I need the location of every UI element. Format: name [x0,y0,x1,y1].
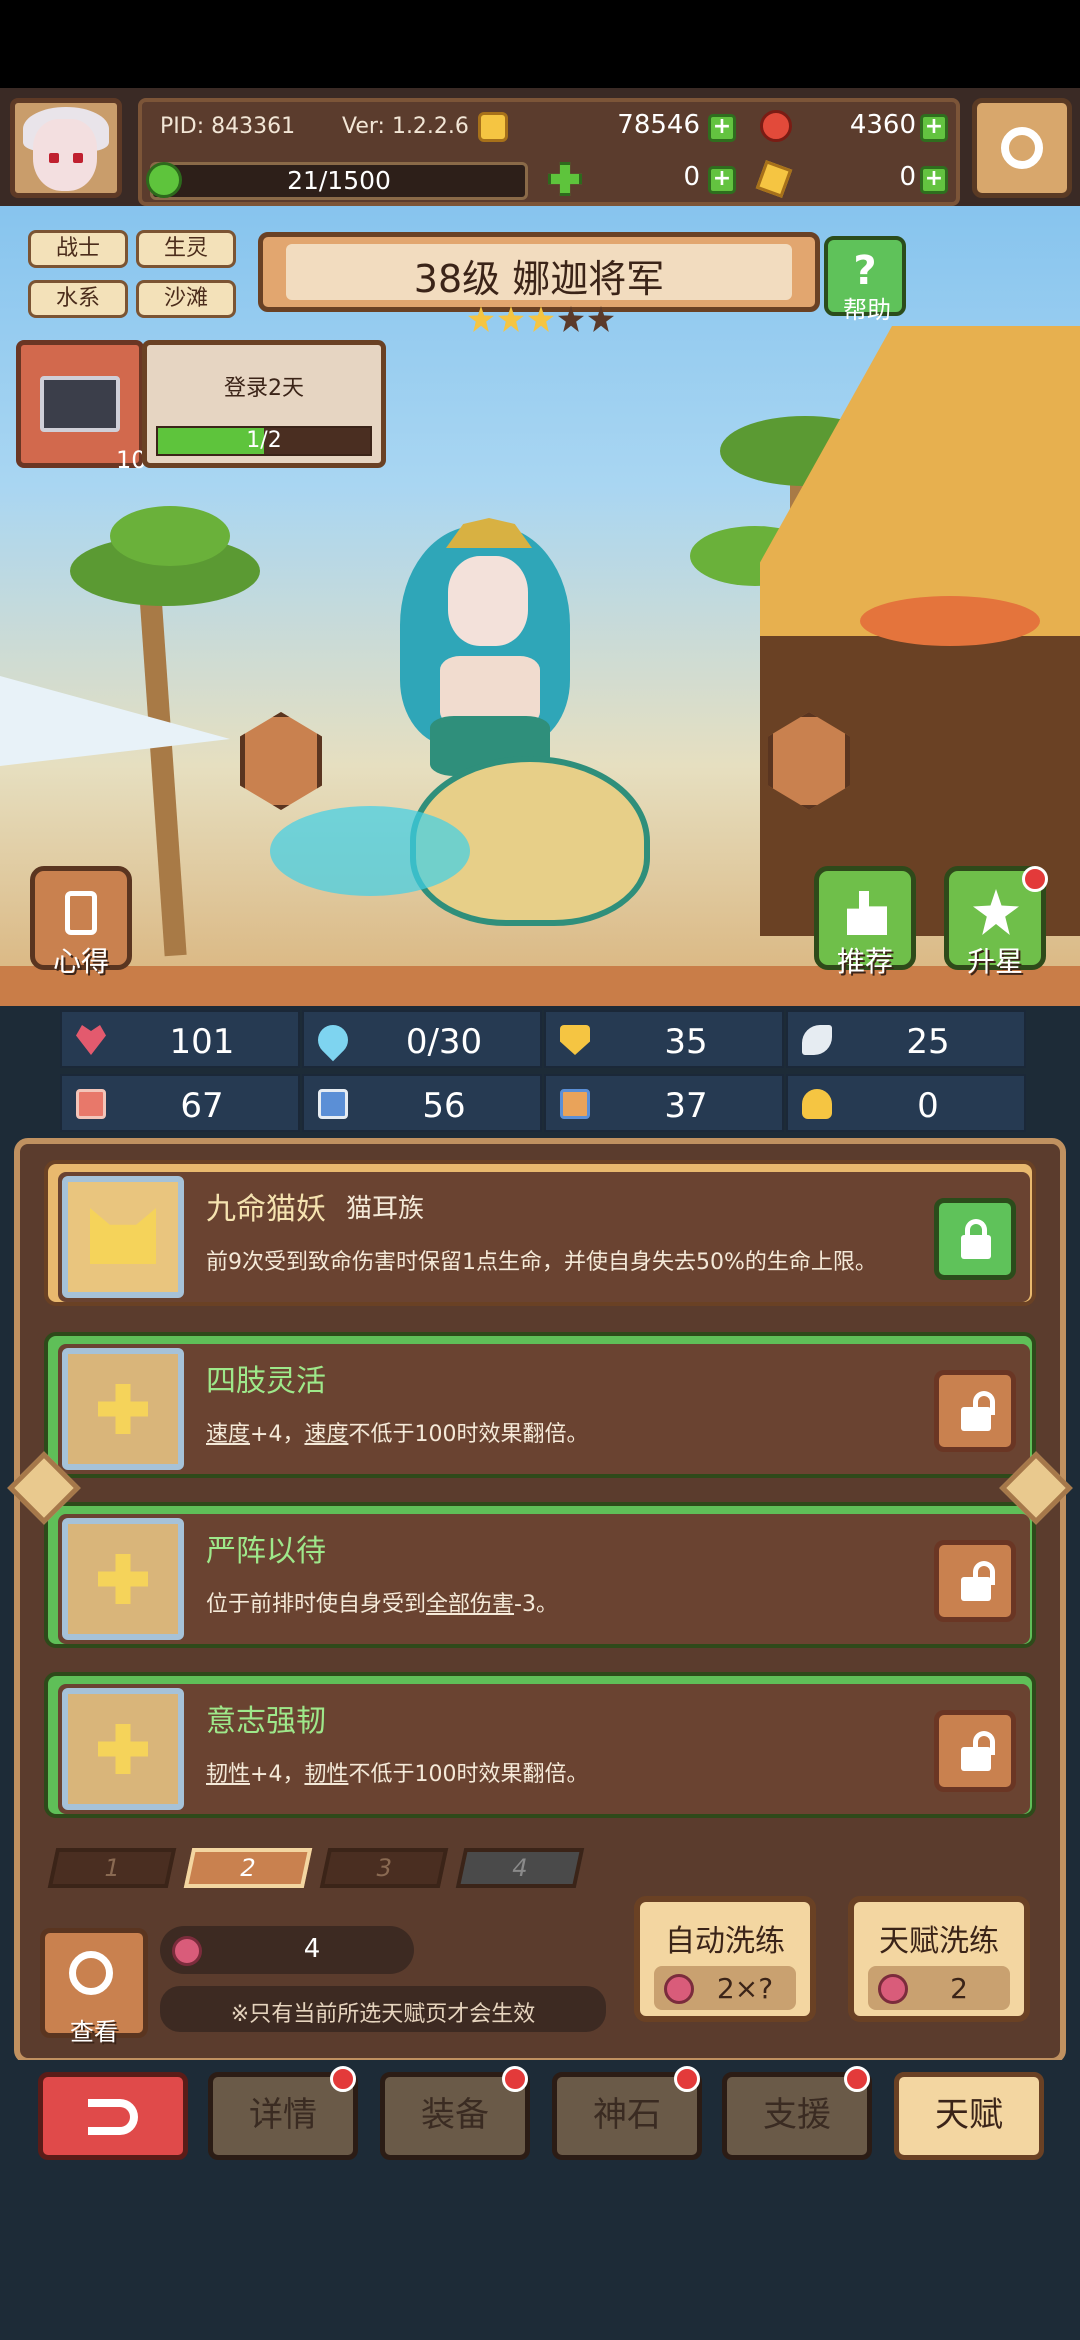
wing-icon [802,1025,832,1055]
talent-points: 4 [303,1934,321,1964]
tag-beach: 沙滩 [136,280,236,318]
shield-icon [560,1025,590,1055]
peach-icon [664,1974,694,2004]
lock-toggle-button[interactable] [934,1198,1016,1280]
peach-icon [172,1936,202,1966]
add-gold-button[interactable]: + [708,114,736,142]
talent-name: 严阵以待 [206,1534,326,1569]
star-icon [973,889,1019,935]
talent-card-3[interactable]: 严阵以待 位于前排时使自身受到全部伤害-3。 [44,1502,1036,1648]
stat-magic: 56 [302,1074,542,1132]
player-id: PID: 843361 [160,114,296,139]
talent-description: 韧性+4，韧性不低于100时效果翻倍。 [206,1762,589,1787]
view-label: 查看 [70,2018,118,2046]
stat-attack: 67 [60,1074,300,1132]
book-icon [318,1089,348,1119]
thumbs-up-icon [847,891,887,935]
talent-name: 意志强韧 [206,1704,326,1739]
notification-dot [330,2066,356,2092]
recommend-label: 推荐 [836,945,893,978]
version-label: Ver: 1.2.2.6 [342,114,469,139]
unlock-toggle-button[interactable] [934,1710,1016,1792]
magnifier-icon [69,1951,113,1995]
star-filled-icon [498,306,524,332]
talent-description: 位于前排时使自身受到全部伤害-3。 [206,1592,558,1617]
notes-icon [65,891,97,935]
boot-icon [560,1089,590,1119]
talent-name: 四肢灵活 [206,1364,326,1399]
tag-warrior: 战士 [28,230,128,268]
status-bar [0,0,1080,88]
exp-text: 21/1500 [287,166,391,195]
notes-label: 心得 [52,945,109,978]
talent-page-tab-2[interactable]: 2 [183,1848,313,1888]
notification-dot [1022,866,1048,892]
tag-water: 水系 [28,280,128,318]
stat-wing: 25 [786,1010,1026,1068]
key-amount: 0 [899,162,916,192]
heart-icon [76,1025,106,1055]
star-filled-icon [528,306,554,332]
login-days-label: 登录2天 [224,376,304,401]
talent-page-tab-4[interactable]: 4 [455,1848,585,1888]
nav-talent[interactable]: 天赋 [894,2072,1044,2160]
hero-character-sprite [270,506,650,936]
add-gem-button[interactable]: + [920,114,948,142]
hero-star-rating [468,306,618,336]
stat-luck: 0 [786,1074,1026,1132]
player-avatar[interactable] [10,98,122,198]
peach-icon [878,1974,908,2004]
talent-card-1[interactable]: 九命猫妖 猫耳族 前9次受到致命伤害时保留1点生命，并使自身失去50%的生命上限… [44,1160,1036,1306]
talent-reroll-button[interactable]: 天赋洗练 2 [848,1896,1030,2022]
star-empty-icon [588,306,614,332]
back-button[interactable] [38,2072,188,2160]
talent-subtitle: 猫耳族 [346,1194,425,1224]
stat-defense: 35 [544,1010,784,1068]
notification-dot [502,2066,528,2092]
horseshoe-icon [802,1089,832,1119]
cat-icon [62,1176,184,1298]
question-icon: ? [853,248,877,294]
talent-card-4[interactable]: 意志强韧 韧性+4，韧性不低于100时效果翻倍。 [44,1672,1036,1818]
star-empty-icon [558,306,584,332]
stat-hp: 101 [60,1010,300,1068]
talent-description: 前9次受到致命伤害时保留1点生命，并使自身失去50%的生命上限。 [206,1250,877,1275]
return-arrow-icon [88,2098,138,2135]
water-drop-icon [311,1018,355,1062]
talent-page-tab-1[interactable]: 1 [47,1848,177,1888]
talent-name: 九命猫妖 [206,1192,326,1227]
clover-amount: 0 [683,162,700,192]
fist-icon [76,1089,106,1119]
stat-speed: 37 [544,1074,784,1132]
add-key-button[interactable]: + [920,166,948,194]
star-filled-icon [468,306,494,332]
plus-talent-icon [62,1688,184,1810]
plus-talent-icon [62,1348,184,1470]
unlock-toggle-button[interactable] [934,1540,1016,1622]
auto-reroll-button[interactable]: 自动洗练 2×? [634,1896,816,2022]
notification-dot [674,2066,700,2092]
stats-grid: 101 0/30 35 25 67 56 37 0 [40,1010,1040,1134]
tag-creature: 生灵 [136,230,236,268]
login-progress-text: 1/2 [246,428,282,453]
add-clover-button[interactable]: + [708,166,736,194]
hero-title: 38级 娜迦将军 [413,257,665,301]
settings-button[interactable] [972,98,1072,198]
talent-page-tab-3[interactable]: 3 [319,1848,449,1888]
mail-icon [40,376,120,432]
gem-amount: 4360 [849,110,916,140]
notification-dot [844,2066,870,2092]
gem-icon [760,110,792,142]
plus-talent-icon [62,1518,184,1640]
gear-icon [1001,127,1043,169]
talent-description: 速度+4，速度不低于100时效果翻倍。 [206,1422,589,1447]
talent-card-2[interactable]: 四肢灵活 速度+4，速度不低于100时效果翻倍。 [44,1332,1036,1478]
star-up-label: 升星 [966,945,1023,978]
gold-amount: 78546 [617,110,700,140]
help-label: 帮助 [843,296,891,324]
talent-page-note: ※只有当前所选天赋页才会生效 [230,2002,536,2027]
unlock-toggle-button[interactable] [934,1370,1016,1452]
stat-mana: 0/30 [302,1010,542,1068]
gold-coin-icon [478,112,508,142]
